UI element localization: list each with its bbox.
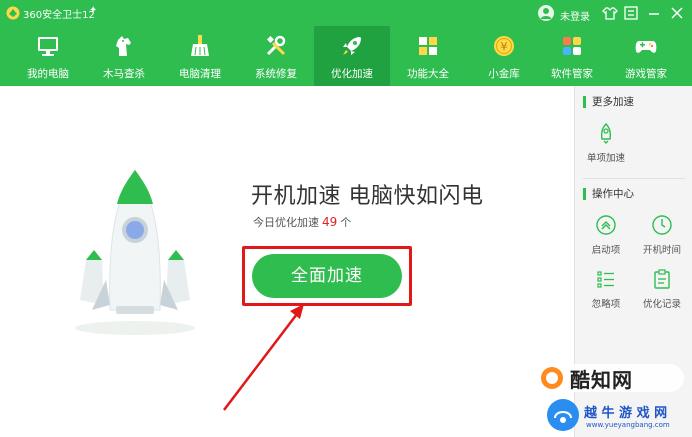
grid-icon (416, 34, 440, 58)
optimize-log-label: 优化记录 (642, 299, 681, 310)
nav-label: 游戏管家 (625, 68, 667, 80)
upgrade-arrow-icon[interactable]: ✦ (89, 5, 97, 16)
chevrons-up-icon (595, 214, 617, 236)
rocket-illustration (75, 169, 195, 335)
title-bar: 360安全卫士12 ✦ 未登录 (0, 0, 692, 26)
today-count: 49 (322, 215, 338, 229)
coin-symbol: ¥ (501, 40, 508, 53)
nav-label: 功能大全 (407, 68, 449, 80)
ignored-items[interactable]: 忽略项 (579, 268, 633, 318)
optimize-log[interactable]: 优化记录 (635, 268, 689, 318)
app-logo-icon (6, 6, 20, 20)
rocket-outline-icon (595, 122, 617, 144)
full-speedup-button[interactable]: 全面加速 (252, 254, 402, 298)
boot-time[interactable]: 开机时间 (635, 214, 689, 264)
startup-items-label: 启动项 (591, 245, 621, 256)
nav-system-repair[interactable]: 系统修复 (238, 26, 314, 86)
nav-label: 我的电脑 (27, 68, 69, 80)
gamepad-icon (634, 34, 658, 58)
watermark-badge-icon (547, 399, 579, 431)
nav-label: 优化加速 (331, 68, 373, 80)
single-speedup-label: 单项加速 (586, 153, 625, 164)
broom-icon (188, 34, 212, 58)
headline: 开机加速 电脑快如闪电 (251, 184, 484, 209)
clipboard-icon (651, 268, 673, 290)
nav-game-manager[interactable]: 游戏管家 (608, 26, 684, 86)
login-link[interactable]: 未登录 (560, 8, 590, 23)
nav-vault[interactable]: ¥ 小金库 (466, 26, 542, 86)
clock-icon (651, 214, 673, 236)
single-speedup-item[interactable]: 单项加速 (579, 122, 633, 172)
top-bar: 360安全卫士12 ✦ 未登录 我的电脑 木马查杀 电脑清理 系统修复 优化加速… (0, 0, 692, 86)
ops-center-title: 操作中心 (583, 188, 634, 200)
nav-optimize-speedup[interactable]: 优化加速 (314, 26, 390, 86)
monitor-icon (36, 34, 60, 58)
horse-icon (112, 34, 136, 58)
watermark-url: www.yueyangbang.com (586, 421, 670, 429)
watermark-brand: 酷知网 (570, 368, 633, 392)
avatar-icon[interactable] (538, 5, 554, 21)
today-optimized: 今日优化加速 49 个 (253, 214, 351, 230)
coin-icon: ¥ (492, 34, 516, 58)
skin-icon[interactable] (601, 4, 619, 22)
app-title: 360安全卫士12 (23, 10, 95, 21)
nav-label: 软件管家 (551, 68, 593, 80)
boot-time-label: 开机时间 (642, 245, 681, 256)
close-icon[interactable] (668, 4, 686, 22)
nav-label: 系统修复 (255, 68, 297, 80)
nav-all-features[interactable]: 功能大全 (390, 26, 466, 86)
main-nav: 我的电脑 木马查杀 电脑清理 系统修复 优化加速 功能大全 ¥ 小金库 软件管家… (0, 26, 692, 86)
minimize-icon[interactable] (645, 4, 663, 22)
watermark-brand-secondary: 越 牛 游 戏 网 (584, 406, 668, 421)
startup-items[interactable]: 启动项 (579, 214, 633, 264)
nav-label: 小金库 (488, 68, 520, 80)
apps-icon (560, 34, 584, 58)
side-divider (583, 178, 685, 179)
more-speedup-title: 更多加速 (583, 96, 634, 108)
today-prefix: 今日优化加速 (253, 216, 319, 229)
nav-label: 电脑清理 (179, 68, 221, 80)
nav-trojan-scan[interactable]: 木马查杀 (86, 26, 162, 86)
ignored-items-label: 忽略项 (591, 299, 621, 310)
rocket-icon (340, 34, 364, 58)
list-icon (595, 268, 617, 290)
tools-icon (264, 34, 288, 58)
menu-icon[interactable] (622, 4, 640, 22)
nav-cleanup[interactable]: 电脑清理 (162, 26, 238, 86)
nav-my-computer[interactable]: 我的电脑 (10, 26, 86, 86)
today-suffix: 个 (340, 216, 352, 229)
nav-software-manager[interactable]: 软件管家 (534, 26, 610, 86)
nav-label: 木马查杀 (103, 68, 145, 80)
